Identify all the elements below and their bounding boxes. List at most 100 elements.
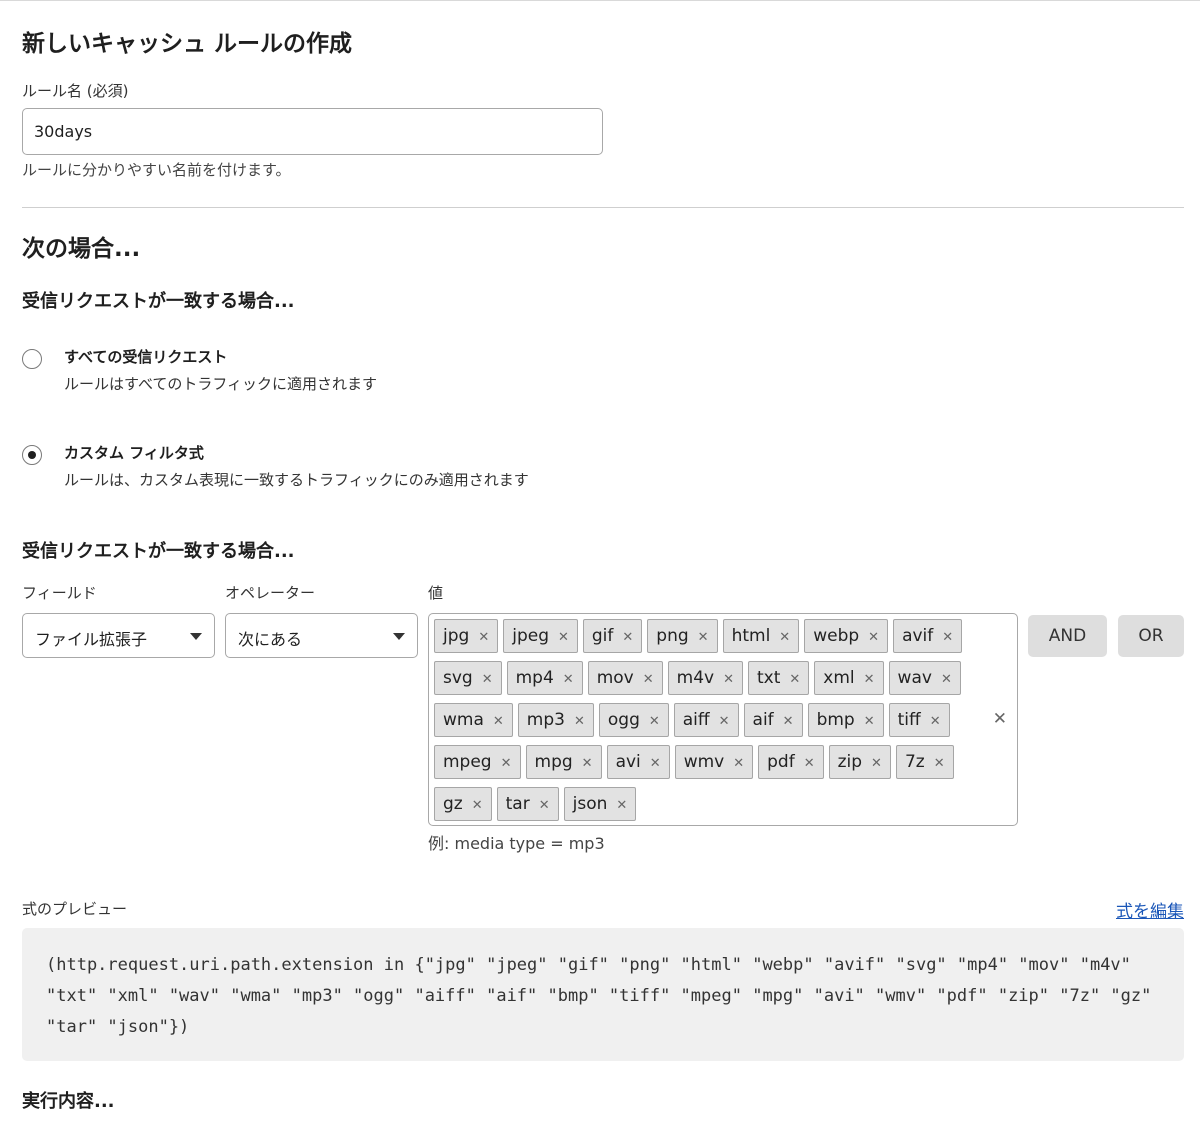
remove-chip-icon[interactable]: ✕ <box>733 748 744 780</box>
remove-chip-icon[interactable]: ✕ <box>478 622 489 654</box>
value-chip: aif ✕ <box>743 703 803 738</box>
value-chip: mp4 ✕ <box>506 661 583 696</box>
remove-chip-icon[interactable]: ✕ <box>501 748 512 780</box>
and-button[interactable]: AND <box>1028 615 1107 657</box>
value-chip: xml ✕ <box>814 661 884 696</box>
value-chip: mpg ✕ <box>525 745 602 780</box>
remove-chip-icon[interactable]: ✕ <box>622 622 633 654</box>
value-chip: tiff ✕ <box>888 703 950 738</box>
value-chip: 7z ✕ <box>895 745 954 780</box>
value-chip: svg ✕ <box>434 661 502 695</box>
remove-chip-icon[interactable]: ✕ <box>472 790 483 822</box>
remove-chip-icon[interactable]: ✕ <box>539 790 550 822</box>
value-chip-label: xml <box>823 668 855 688</box>
value-chip: bmp ✕ <box>807 703 884 738</box>
remove-chip-icon[interactable]: ✕ <box>941 664 952 696</box>
rule-name-input[interactable] <box>22 108 603 155</box>
value-chip: mov ✕ <box>587 661 663 696</box>
remove-chip-icon[interactable]: ✕ <box>616 790 627 822</box>
value-chip: json ✕ <box>563 787 637 822</box>
remove-chip-icon[interactable]: ✕ <box>868 622 879 654</box>
value-chip-label: jpg <box>443 626 470 646</box>
value-chip: wma ✕ <box>434 703 513 737</box>
value-chip: png ✕ <box>647 619 718 654</box>
match-subtitle: 受信リクエストが一致する場合... <box>22 291 295 312</box>
value-chip: zip ✕ <box>828 745 891 780</box>
remove-chip-icon[interactable]: ✕ <box>934 748 945 780</box>
value-chip-label: json <box>572 794 608 814</box>
value-chip-label: txt <box>756 668 781 688</box>
radio-all-requests[interactable]: すべての受信リクエスト ルールはすべてのトラフィックに適用されます <box>22 346 722 396</box>
remove-chip-icon[interactable]: ✕ <box>779 622 790 654</box>
remove-chip-icon[interactable]: ✕ <box>864 664 875 696</box>
field-select[interactable]: ファイル拡張子 <box>22 613 215 658</box>
radio-button-unselected[interactable] <box>22 349 42 369</box>
value-chip-label: ogg <box>607 710 640 730</box>
value-chip-label: tiff <box>897 710 921 730</box>
value-hint: 例: media type = mp3 <box>428 834 605 853</box>
field-label: フィールド <box>22 584 97 602</box>
remove-chip-icon[interactable]: ✕ <box>871 748 882 780</box>
radio-custom-filter-desc: ルールは、カスタム表現に一致するトラフィックにのみ適用されます <box>64 471 529 489</box>
field-select-value: ファイル拡張子 <box>35 630 148 649</box>
or-button[interactable]: OR <box>1118 615 1184 657</box>
remove-chip-icon[interactable]: ✕ <box>649 706 660 738</box>
value-chip: ogg ✕ <box>598 703 669 738</box>
value-chip-label: mp4 <box>515 668 554 688</box>
value-chip-label: gif <box>591 626 614 646</box>
remove-chip-icon[interactable]: ✕ <box>698 622 709 654</box>
radio-custom-filter-title: カスタム フィルタ式 <box>64 444 204 462</box>
value-chip: mp3 ✕ <box>517 703 594 738</box>
value-chip-label: gz <box>443 794 463 814</box>
filter-subtitle: 受信リクエストが一致する場合... <box>22 541 295 562</box>
remove-chip-icon[interactable]: ✕ <box>650 748 661 780</box>
remove-chip-icon[interactable]: ✕ <box>783 706 794 738</box>
value-chip: gz ✕ <box>434 787 492 821</box>
remove-chip-icon[interactable]: ✕ <box>930 706 941 738</box>
remove-chip-icon[interactable]: ✕ <box>574 706 585 738</box>
remove-chip-icon[interactable]: ✕ <box>723 664 734 696</box>
remove-chip-icon[interactable]: ✕ <box>582 748 593 780</box>
operator-select-value: 次にある <box>238 630 303 649</box>
expression-preview: (http.request.uri.path.extension in {"jp… <box>22 928 1184 1061</box>
remove-chip-icon[interactable]: ✕ <box>493 706 504 738</box>
value-chip-label: wmv <box>683 752 725 772</box>
operator-select[interactable]: 次にある <box>225 613 418 658</box>
value-chip-label: m4v <box>676 668 715 688</box>
remove-chip-icon[interactable]: ✕ <box>804 748 815 780</box>
value-chip: tar ✕ <box>496 787 559 822</box>
remove-chip-icon[interactable]: ✕ <box>482 664 493 696</box>
radio-custom-filter[interactable]: カスタム フィルタ式 ルールは、カスタム表現に一致するトラフィックにのみ適用され… <box>22 442 722 492</box>
value-chip: avif ✕ <box>893 619 963 654</box>
clear-all-icon[interactable]: ✕ <box>993 709 1007 729</box>
top-border <box>0 0 1200 1</box>
value-chip-label: avif <box>902 626 934 646</box>
value-chip: avi ✕ <box>606 745 670 780</box>
remove-chip-icon[interactable]: ✕ <box>942 622 953 654</box>
value-chip-label: 7z <box>904 752 925 772</box>
rule-name-label: ルール名 (必須) <box>22 82 129 100</box>
remove-chip-icon[interactable]: ✕ <box>558 622 569 654</box>
value-chip-label: html <box>731 626 771 646</box>
chevron-down-icon <box>393 633 405 640</box>
value-chip: wmv ✕ <box>674 745 754 780</box>
remove-chip-icon[interactable]: ✕ <box>719 706 730 738</box>
value-chip: webp ✕ <box>804 619 889 654</box>
edit-expression-link[interactable]: 式を編集 <box>1116 897 1184 922</box>
remove-chip-icon[interactable]: ✕ <box>789 664 800 696</box>
values-input[interactable]: jpg ✕ jpeg ✕ gif ✕ png ✕ html ✕ webp ✕ avif ✕ svg ✕ mp4 ✕… <box>428 613 1018 826</box>
value-chip: mpeg ✕ <box>434 745 521 779</box>
remove-chip-icon[interactable]: ✕ <box>643 664 654 696</box>
chevron-down-icon <box>190 633 202 640</box>
value-chip-label: tar <box>505 794 530 814</box>
value-chip-label: svg <box>443 668 473 688</box>
remove-chip-icon[interactable]: ✕ <box>864 706 875 738</box>
value-chip-label: aif <box>752 710 774 730</box>
radio-button-selected[interactable] <box>22 445 42 465</box>
remove-chip-icon[interactable]: ✕ <box>563 664 574 696</box>
page-title: 新しいキャッシュ ルールの作成 <box>22 31 353 57</box>
value-chip-label: png <box>656 626 689 646</box>
value-chip-label: jpeg <box>512 626 549 646</box>
value-chip-label: zip <box>837 752 863 772</box>
value-chip: jpg ✕ <box>434 619 499 654</box>
